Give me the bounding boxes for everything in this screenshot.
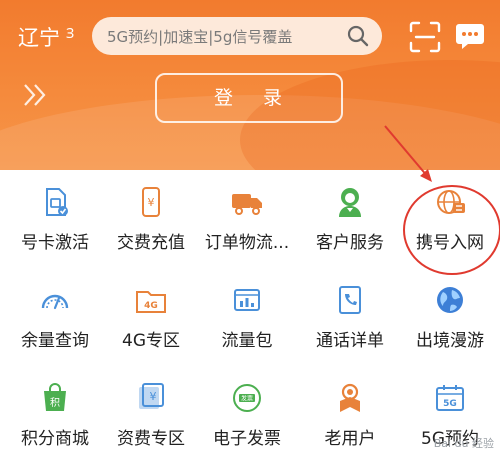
- service-item-points-mall[interactable]: 积 积分商城: [0, 368, 110, 458]
- service-item-tariff-zone[interactable]: ¥ 资费专区: [96, 368, 206, 458]
- call-detail-icon: [339, 286, 361, 314]
- service-item-recharge[interactable]: ¥ 交费充值: [96, 172, 206, 262]
- 4g-folder-icon: 4G: [136, 291, 166, 313]
- login-button[interactable]: 登录: [155, 73, 343, 123]
- search-input[interactable]: 5G预约|加速宝|5g信号覆盖: [107, 26, 292, 47]
- service-label: 4G专区: [122, 331, 180, 351]
- search-bar[interactable]: 5G预约|加速宝|5g信号覆盖: [92, 17, 382, 55]
- service-label: 余量查询: [21, 331, 89, 351]
- service-label: 携号入网: [416, 233, 484, 253]
- service-label: 客户服务: [316, 233, 384, 253]
- delivery-truck-icon: [232, 194, 262, 215]
- service-label: 资费专区: [117, 429, 185, 449]
- svg-text:5G: 5G: [443, 399, 457, 409]
- service-item-old-user[interactable]: 老用户: [295, 368, 405, 458]
- region-dropdown-icon[interactable]: Ⳍ: [66, 24, 74, 43]
- region-selector[interactable]: 辽宁: [18, 22, 60, 52]
- search-icon[interactable]: [346, 24, 370, 48]
- service-item-4g-zone[interactable]: 4G 4G专区: [96, 270, 206, 360]
- service-item-e-invoice[interactable]: 发票 电子发票: [192, 368, 302, 458]
- watermark: Bai du 经验: [433, 437, 494, 450]
- svg-text:¥: ¥: [148, 196, 155, 209]
- balance-gauge-icon: [41, 294, 69, 310]
- service-label: 电子发票: [213, 429, 281, 449]
- service-label: 积分商城: [21, 429, 89, 449]
- points-bag-icon: 积: [44, 383, 66, 411]
- service-label: 通话详单: [316, 331, 384, 351]
- service-item-activate[interactable]: 号卡激活: [0, 172, 110, 262]
- header: 辽宁 Ⳍ 5G预约|加速宝|5g信号覆盖 登录: [0, 0, 500, 170]
- data-package-icon: [234, 289, 260, 311]
- svg-text:发票: 发票: [241, 395, 253, 403]
- service-label: 订单物流...: [204, 233, 290, 253]
- service-item-call-details[interactable]: 通话详单: [295, 270, 405, 360]
- payment-icon: ¥: [142, 187, 160, 217]
- service-item-customer-service[interactable]: 客户服务: [295, 172, 405, 262]
- number-transfer-icon: [437, 190, 465, 214]
- service-label: 老用户: [324, 429, 376, 449]
- globe-icon: [437, 287, 463, 313]
- service-item-number-transfer[interactable]: 携号入网: [395, 172, 500, 262]
- double-chevron-right-icon[interactable]: [22, 82, 50, 108]
- service-label: 号卡激活: [21, 233, 89, 253]
- sim-activate-icon: [46, 188, 68, 216]
- invoice-icon: 发票: [233, 384, 261, 412]
- service-item-roaming[interactable]: 出境漫游: [395, 270, 500, 360]
- service-item-data-package[interactable]: 流量包: [192, 270, 302, 360]
- service-label: 出境漫游: [416, 331, 484, 351]
- service-item-balance[interactable]: 余量查询: [0, 270, 110, 360]
- tariff-icon: ¥: [139, 383, 164, 409]
- 5g-calendar-icon: 5G: [436, 385, 464, 411]
- message-icon[interactable]: [454, 20, 486, 52]
- svg-text:积: 积: [50, 397, 60, 409]
- old-user-medal-icon: [340, 383, 360, 412]
- service-label: 流量包: [221, 331, 273, 351]
- customer-service-icon: [339, 188, 361, 217]
- service-label: 交费充值: [117, 233, 185, 253]
- service-item-orders[interactable]: 订单物流...: [192, 172, 302, 262]
- scan-icon[interactable]: [408, 20, 442, 54]
- svg-text:¥: ¥: [150, 390, 157, 403]
- svg-text:4G: 4G: [144, 301, 158, 311]
